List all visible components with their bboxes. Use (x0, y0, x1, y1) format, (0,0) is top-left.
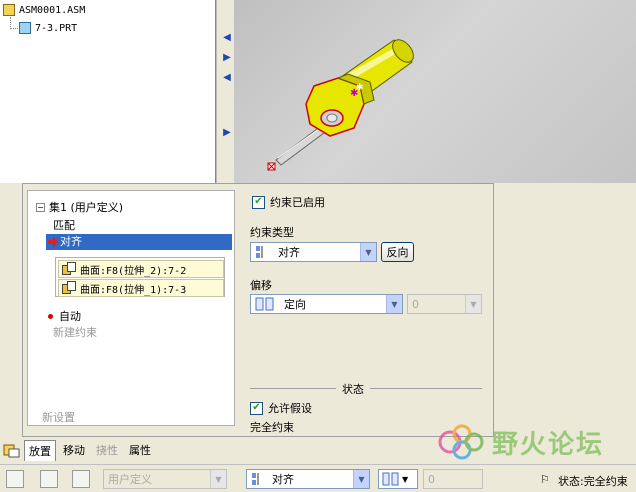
chevron-down-icon[interactable]: ▼ (386, 295, 402, 313)
forum-watermark: 野火论坛 (428, 420, 636, 470)
collapse-left-icon: ◀ (223, 72, 231, 83)
constraint-item-label: 对齐 (60, 235, 82, 248)
toolbar-offset-value: 0 (428, 472, 435, 486)
tab-properties[interactable]: 属性 (125, 440, 155, 460)
reference-label: 曲面:F8(拉伸_2):7-2 (80, 265, 187, 277)
assembly-tool-icon (3, 444, 20, 458)
offset-value: 0 (412, 297, 419, 311)
reference-item[interactable]: 曲面:F8(拉伸_2):7-2 (58, 260, 224, 278)
expand-right-icon: ▶ (223, 52, 231, 63)
status-heading: 状态 (342, 383, 364, 396)
toolbar-constraint-type-select[interactable]: 对齐 ▼ (246, 469, 370, 489)
toolbar-status-text: 状态:完全约束 (558, 475, 628, 488)
new-set-item[interactable]: 新设置 (42, 409, 75, 425)
current-constraint-icon (48, 236, 58, 248)
tab-placement[interactable]: 放置 (24, 439, 56, 461)
connection-type-select[interactable]: 用户定义 ▼ (103, 469, 227, 489)
tab-flexibility[interactable]: 挠性 (92, 440, 122, 460)
align-symbol-icon (252, 473, 259, 485)
component-placement-icon[interactable] (6, 470, 24, 488)
tree-item-label: 7-3.PRT (35, 22, 78, 34)
offset-heading: 偏移 (250, 279, 272, 292)
tab-move[interactable]: 移动 (59, 440, 89, 460)
reference-item[interactable]: 曲面:F8(拉伸_1):7-3 (58, 279, 224, 297)
toolbar-constraint-type-value: 对齐 (272, 473, 294, 486)
part-icon (19, 22, 31, 34)
surface-ref-icon (61, 281, 77, 295)
constraint-type-select[interactable]: 对齐 ▼ (250, 242, 377, 262)
oriented-offset-icon (255, 297, 274, 311)
pane-splitter[interactable]: ◀ ▶ ◀ ▶ (219, 32, 235, 142)
tree-item-label: ASM0001.ASM (19, 4, 86, 16)
checkbox-checked-icon[interactable]: ✔ (252, 195, 265, 209)
allow-assumptions-toggle[interactable]: ✔ 允许假设 (250, 400, 312, 416)
oriented-offset-icon (382, 472, 399, 486)
chevron-down-icon[interactable]: ▼ (402, 475, 408, 484)
graphics-viewport[interactable]: ✱ ✱ (234, 0, 636, 183)
tree-item-assembly[interactable]: ASM0001.ASM (3, 4, 85, 16)
separate-window-icon[interactable] (40, 470, 58, 488)
dashboard-tabs: 放置 移动 挠性 属性 (0, 438, 240, 462)
allow-assumptions-label: 允许假设 (268, 402, 312, 415)
constraint-item-align[interactable]: 对齐 (46, 234, 232, 250)
auto-indicator-icon (48, 314, 53, 319)
collapse-left-icon: ◀ (223, 32, 231, 43)
status-indicator-icon: ⚐ (540, 473, 550, 486)
constraint-list[interactable]: − 集1 (用户定义) 匹配 对齐 曲面:F8(拉伸_2):7-2 曲面:F8(… (27, 190, 235, 426)
user-defined-set-icon[interactable] (72, 470, 90, 488)
reference-label: 曲面:F8(拉伸_1):7-3 (80, 284, 187, 296)
chevron-down-icon[interactable]: ▼ (360, 243, 376, 261)
constraint-set[interactable]: − 集1 (用户定义) (36, 199, 123, 215)
collapse-icon[interactable]: − (36, 202, 45, 212)
chevron-down-icon[interactable]: ▼ (353, 470, 369, 488)
reference-collector[interactable]: 曲面:F8(拉伸_2):7-2 曲面:F8(拉伸_1):7-3 (55, 257, 225, 297)
toolbar-offset-type-select[interactable]: ▼ (378, 469, 418, 489)
constraint-enabled-label: 约束已启用 (270, 196, 325, 209)
chevron-down-icon[interactable]: ▼ (210, 470, 226, 488)
offset-value-input[interactable]: 0 ▼ (407, 294, 482, 314)
offset-type-select[interactable]: 定向 ▼ (250, 294, 403, 314)
toolbar-offset-value-input[interactable]: 0 (423, 469, 483, 489)
checkbox-checked-icon[interactable]: ✔ (250, 401, 263, 415)
offset-type-value: 定向 (284, 298, 306, 311)
set-label: 集1 (用户定义) (49, 201, 124, 214)
flip-button[interactable]: 反向 (381, 242, 414, 262)
model-tree: ASM0001.ASM 7-3.PRT (0, 0, 216, 183)
expand-right-icon: ▶ (223, 127, 231, 138)
tree-item-part[interactable]: 7-3.PRT (19, 22, 77, 34)
svg-text:✱: ✱ (356, 83, 364, 93)
auto-constraint-item[interactable]: 自动 (59, 308, 81, 324)
new-constraint-item[interactable]: 新建约束 (53, 324, 97, 340)
assembly-icon (3, 4, 15, 16)
constraint-item-mate[interactable]: 匹配 (53, 217, 75, 233)
constraint-type-heading: 约束类型 (250, 226, 294, 239)
constraint-status: 完全约束 (250, 421, 294, 434)
surface-ref-icon (61, 262, 77, 276)
connection-type-value: 用户定义 (108, 473, 152, 486)
constraint-enabled-toggle[interactable]: ✔ 约束已启用 (252, 194, 325, 210)
assembly-model: ✱ ✱ (267, 39, 414, 171)
constraint-type-value: 对齐 (278, 246, 300, 259)
watermark-text: 野火论坛 (492, 430, 605, 460)
align-symbol-icon (256, 246, 263, 258)
chevron-down-icon[interactable]: ▼ (465, 295, 481, 313)
